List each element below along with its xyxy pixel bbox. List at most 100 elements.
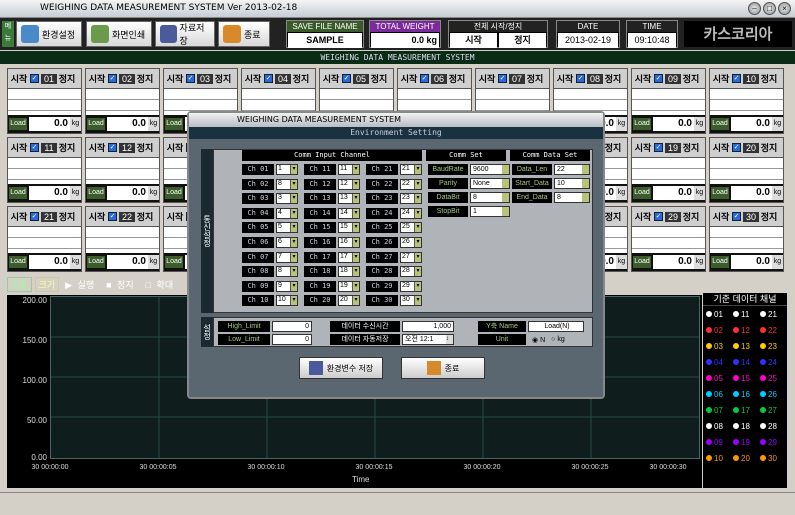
channel-checkbox[interactable]: ✓	[108, 212, 117, 221]
channel-port-select[interactable]: 10 ▾	[276, 295, 298, 307]
channel-start-button[interactable]: 시작	[8, 72, 30, 85]
channel-start-button[interactable]: 시작	[164, 210, 186, 223]
channel-port-select[interactable]: 11 ▾	[338, 164, 360, 175]
legend-item[interactable]: 06	[706, 390, 733, 399]
channel-checkbox[interactable]: ✓	[108, 74, 117, 83]
channel-start-button[interactable]: 시작	[86, 141, 108, 154]
channel-port-select[interactable]: 3 ▾	[276, 193, 298, 205]
legend-item[interactable]: 20	[733, 454, 760, 463]
channel-stop-button[interactable]: 정지	[447, 72, 467, 85]
channel-stop-button[interactable]: 정지	[603, 210, 623, 223]
channel-start-button[interactable]: 시작	[86, 210, 108, 223]
legend-item[interactable]: 15	[733, 374, 760, 383]
channel-checkbox[interactable]: ✓	[498, 74, 507, 83]
channel-start-button[interactable]: 시작	[398, 72, 420, 85]
channel-port-select[interactable]: 9 ▾	[276, 280, 298, 292]
zoom-control[interactable]: □ 확대	[143, 278, 180, 291]
channel-checkbox[interactable]: ✓	[186, 74, 195, 83]
channel-start-button[interactable]: 시작	[710, 141, 732, 154]
unit-n-radio[interactable]: ◉ N	[532, 336, 545, 344]
legend-item[interactable]: 23	[760, 342, 787, 351]
channel-port-select[interactable]: 8 ▾	[276, 178, 298, 190]
channel-port-select[interactable]: 24 ▾	[400, 207, 422, 219]
channel-stop-button[interactable]: 정지	[57, 72, 77, 85]
channel-checkbox[interactable]: ✓	[654, 143, 663, 152]
channel-port-select[interactable]: 25 ▾	[400, 222, 422, 234]
channel-stop-button[interactable]: 정지	[525, 72, 545, 85]
legend-item[interactable]: 24	[760, 358, 787, 367]
channel-start-button[interactable]: 시작	[320, 72, 342, 85]
channel-stop-button[interactable]: 정지	[291, 72, 311, 85]
tab-size[interactable]: 크기	[34, 277, 60, 292]
tab-move[interactable]: 이동	[7, 277, 32, 292]
channel-checkbox[interactable]: ✓	[576, 74, 585, 83]
channel-stop-button[interactable]: 정지	[603, 141, 623, 154]
legend-item[interactable]: 27	[760, 406, 787, 415]
channel-checkbox[interactable]: ✓	[420, 74, 429, 83]
channel-checkbox[interactable]: ✓	[654, 74, 663, 83]
legend-item[interactable]: 17	[733, 406, 760, 415]
save-data-button[interactable]: 자료저장	[155, 21, 215, 47]
end-data-select[interactable]: 8	[554, 192, 590, 203]
env-setting-button[interactable]: 환경설정	[16, 21, 82, 47]
baudrate-select[interactable]: 9600	[470, 164, 510, 175]
legend-item[interactable]: 22	[760, 326, 787, 335]
channel-stop-button[interactable]: 정지	[57, 210, 77, 223]
legend-item[interactable]: 07	[706, 406, 733, 415]
legend-item[interactable]: 03	[706, 342, 733, 351]
legend-item[interactable]: 29	[760, 438, 787, 447]
channel-start-button[interactable]: 시작	[164, 72, 186, 85]
all-stop-button[interactable]: 정지	[499, 33, 546, 48]
legend-item[interactable]: 19	[733, 438, 760, 447]
all-start-button[interactable]: 시작	[450, 33, 497, 48]
channel-start-button[interactable]: 시작	[710, 72, 732, 85]
save-env-button[interactable]: 환경변수 저장	[299, 357, 383, 379]
channel-checkbox[interactable]: ✓	[654, 212, 663, 221]
channel-port-select[interactable]: 19 ▾	[338, 280, 360, 292]
legend-item[interactable]: 13	[733, 342, 760, 351]
legend-item[interactable]: 26	[760, 390, 787, 399]
channel-stop-button[interactable]: 정지	[681, 210, 701, 223]
data-len-select[interactable]: 22	[554, 164, 590, 175]
legend-item[interactable]: 11	[733, 310, 760, 319]
legend-item[interactable]: 14	[733, 358, 760, 367]
channel-checkbox[interactable]: ✓	[108, 143, 117, 152]
channel-port-select[interactable]: 27 ▾	[400, 251, 422, 263]
channel-checkbox[interactable]: ✓	[342, 74, 351, 83]
channel-start-button[interactable]: 시작	[632, 141, 654, 154]
channel-stop-button[interactable]: 정지	[603, 72, 623, 85]
stop-control[interactable]: ■ 정지	[103, 278, 140, 291]
stopbit-select[interactable]: 1	[470, 206, 510, 217]
y-axis-name-input[interactable]: Load(N)	[528, 321, 584, 332]
channel-port-select[interactable]: 15 ▾	[338, 222, 360, 234]
channel-port-select[interactable]: 28 ▾	[400, 266, 422, 278]
channel-port-select[interactable]: 8 ▾	[276, 266, 298, 278]
channel-start-button[interactable]: 시작	[632, 210, 654, 223]
channel-port-select[interactable]: 13 ▾	[338, 193, 360, 205]
legend-item[interactable]: 01	[706, 310, 733, 319]
save-file-value[interactable]: SAMPLE	[288, 33, 362, 48]
channel-stop-button[interactable]: 정지	[681, 72, 701, 85]
legend-item[interactable]: 16	[733, 390, 760, 399]
channel-start-button[interactable]: 시작	[86, 72, 108, 85]
channel-stop-button[interactable]: 정지	[681, 141, 701, 154]
channel-checkbox[interactable]: ✓	[30, 212, 39, 221]
legend-item[interactable]: 28	[760, 422, 787, 431]
channel-port-select[interactable]: 14 ▾	[338, 207, 360, 219]
channel-stop-button[interactable]: 정지	[57, 141, 77, 154]
legend-item[interactable]: 08	[706, 422, 733, 431]
run-control[interactable]: ▶ 실행	[62, 278, 100, 291]
unit-kg-radio[interactable]: ○ kg	[551, 336, 565, 343]
legend-item[interactable]: 09	[706, 438, 733, 447]
dialog-exit-button[interactable]: 종료	[401, 357, 485, 379]
channel-start-button[interactable]: 시작	[8, 141, 30, 154]
channel-start-button[interactable]: 시작	[242, 72, 264, 85]
receive-time-input[interactable]: 1,000	[402, 321, 454, 332]
channel-stop-button[interactable]: 정지	[369, 72, 389, 85]
databit-select[interactable]: 8	[470, 192, 510, 203]
channel-port-select[interactable]: 4 ▾	[276, 207, 298, 219]
channel-port-select[interactable]: 21 ▾	[400, 164, 422, 175]
channel-stop-button[interactable]: 정지	[135, 72, 155, 85]
channel-checkbox[interactable]: ✓	[732, 74, 741, 83]
legend-item[interactable]: 18	[733, 422, 760, 431]
